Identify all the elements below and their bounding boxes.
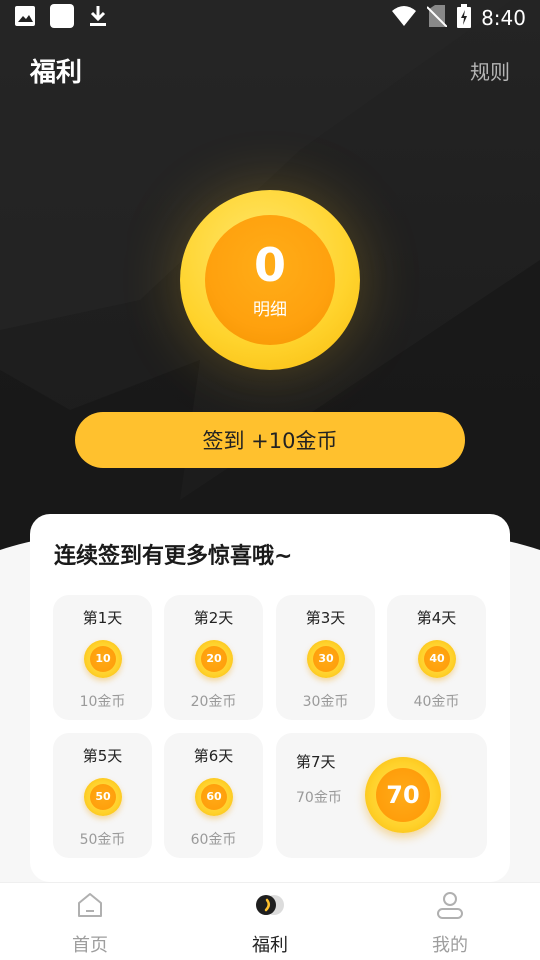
coin-icon: 30	[307, 640, 345, 678]
day-cell-3[interactable]: 第3天 30 30金币	[276, 595, 375, 720]
day-label: 第6天	[193, 747, 234, 765]
no-sim-icon	[426, 5, 448, 31]
day-label: 第7天	[296, 753, 336, 771]
day-label: 第2天	[193, 609, 234, 627]
coin-icon: 50	[84, 778, 122, 816]
nav-label-welfare: 福利	[252, 935, 288, 956]
coin-icon: 20	[195, 640, 233, 678]
coin-icon: 10	[84, 640, 122, 678]
coin-toggle-icon	[254, 889, 286, 921]
nav-label-home: 首页	[72, 935, 108, 956]
day-coin-value: 60	[201, 784, 227, 810]
day-reward: 70金币	[296, 790, 342, 806]
home-icon	[74, 889, 106, 921]
day-reward: 10金币	[79, 694, 126, 710]
day-reward: 50金币	[79, 832, 126, 848]
day-coin-value: 10	[90, 646, 116, 672]
day-label: 第5天	[82, 747, 123, 765]
coin-balance-value: 0	[253, 237, 286, 292]
streak-card-title: 连续签到有更多惊喜哦~	[54, 544, 293, 569]
day-label: 第3天	[305, 609, 346, 627]
coin-detail-link[interactable]: 明细	[253, 295, 287, 320]
day-cell-5[interactable]: 第5天 50 50金币	[53, 733, 152, 858]
day-coin-value: 50	[90, 784, 116, 810]
coin-icon: 60	[195, 778, 233, 816]
wifi-icon	[391, 5, 417, 31]
square-icon	[50, 4, 74, 32]
battery-charging-icon	[457, 4, 472, 32]
day-cell-4[interactable]: 第4天 40 40金币	[387, 595, 486, 720]
day-reward: 20金币	[190, 694, 237, 710]
signin-button[interactable]: 签到 +10金币	[75, 412, 465, 468]
nav-item-home[interactable]: 首页	[0, 883, 180, 960]
nav-item-profile[interactable]: 我的	[360, 883, 540, 960]
rules-link[interactable]: 规则	[470, 56, 510, 85]
day-coin-value: 20	[201, 646, 227, 672]
day-reward: 60金币	[190, 832, 237, 848]
coin-icon: 40	[418, 640, 456, 678]
day-label: 第1天	[82, 609, 123, 627]
day-reward: 40金币	[413, 694, 460, 710]
streak-card: 连续签到有更多惊喜哦~ 第1天 10 10金币 第2天 20 20金币 第3天 …	[30, 514, 510, 882]
coin-balance-inner: 0 明细	[205, 215, 335, 345]
day-coin-value: 70	[376, 768, 430, 822]
status-bar: 8:40	[0, 0, 540, 36]
day-cell-2[interactable]: 第2天 20 20金币	[164, 595, 263, 720]
status-time: 8:40	[481, 6, 526, 30]
profile-icon	[434, 889, 466, 921]
day-cell-1[interactable]: 第1天 10 10金币	[53, 595, 152, 720]
nav-label-profile: 我的	[432, 935, 468, 956]
image-icon	[14, 5, 36, 31]
day-cell-6[interactable]: 第6天 60 60金币	[164, 733, 263, 858]
day-cell-7[interactable]: 第7天 70金币 70	[276, 733, 487, 858]
day-coin-value: 30	[313, 646, 339, 672]
title-bar: 福利 规则	[0, 48, 540, 92]
day-reward: 30金币	[302, 694, 349, 710]
coin-balance-badge[interactable]: 0 明细	[180, 190, 360, 370]
big-coin-icon: 70	[365, 757, 441, 833]
download-icon	[88, 4, 108, 32]
bottom-nav: 首页 福利 我的	[0, 882, 540, 960]
day-coin-value: 40	[424, 646, 450, 672]
day-label: 第4天	[416, 609, 457, 627]
page-title: 福利	[30, 57, 83, 88]
nav-item-welfare[interactable]: 福利	[180, 883, 360, 960]
